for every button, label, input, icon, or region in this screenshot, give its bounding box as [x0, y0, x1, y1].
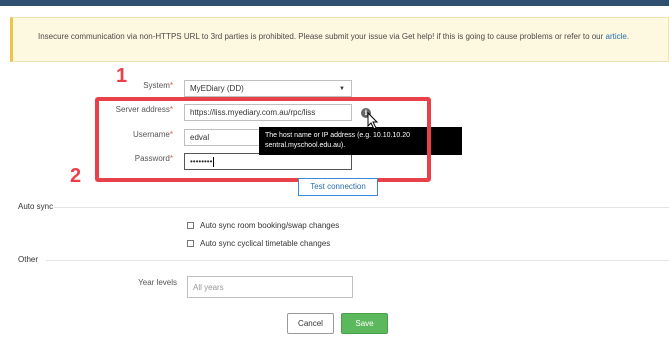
- annotation-highlight-box: [95, 97, 431, 182]
- cancel-button[interactable]: Cancel: [287, 313, 334, 334]
- alert-period: .: [626, 32, 630, 41]
- auto-sync-room-option[interactable]: Auto sync room booking/swap changes: [187, 221, 339, 230]
- alert-text: Insecure communication via non-HTTPS URL…: [38, 31, 663, 43]
- chevron-down-icon: ▼: [339, 85, 345, 92]
- auto-sync-room-label: Auto sync room booking/swap changes: [200, 221, 340, 230]
- alert-message: Insecure communication via non-HTTPS URL…: [38, 32, 604, 41]
- auto-sync-timetable-label: Auto sync cyclical timetable changes: [200, 239, 331, 248]
- auto-sync-timetable-checkbox[interactable]: [187, 240, 194, 247]
- year-levels-placeholder: All years: [193, 282, 224, 292]
- auto-sync-divider: [54, 207, 669, 208]
- auto-sync-title: Auto sync: [18, 202, 54, 211]
- save-button[interactable]: Save: [341, 313, 388, 334]
- other-divider: [46, 260, 669, 261]
- year-levels-input[interactable]: All years: [187, 276, 353, 298]
- annotation-number-1: 1: [116, 65, 128, 87]
- warning-alert: Insecure communication via non-HTTPS URL…: [10, 17, 669, 62]
- system-select-value: MyEDiary (DD): [190, 84, 244, 93]
- article-link[interactable]: article: [606, 32, 627, 41]
- top-bar: [0, 0, 669, 6]
- system-select[interactable]: MyEDiary (DD) ▼: [184, 80, 352, 97]
- other-title: Other: [18, 255, 39, 264]
- auto-sync-timetable-option[interactable]: Auto sync cyclical timetable changes: [187, 239, 330, 248]
- auto-sync-room-checkbox[interactable]: [187, 222, 194, 229]
- year-levels-label: Year levels: [138, 278, 177, 287]
- test-connection-button[interactable]: Test connection: [298, 178, 378, 196]
- annotation-number-2: 2: [70, 165, 82, 187]
- system-label: System*: [143, 81, 173, 90]
